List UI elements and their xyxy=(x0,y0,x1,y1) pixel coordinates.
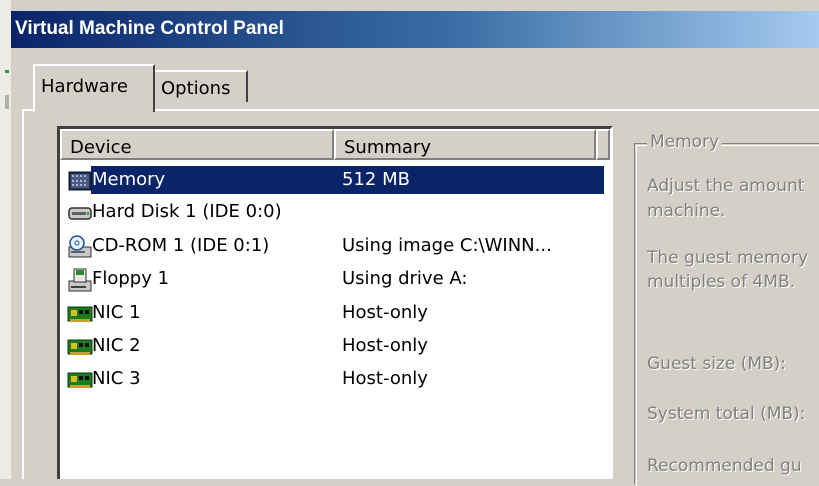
row-summary: Using image C:\WINN... xyxy=(342,235,552,256)
tab-page-left-edge xyxy=(22,109,24,479)
decoration-green xyxy=(5,70,9,73)
list-header: Device Summary xyxy=(60,129,610,160)
column-header-device[interactable]: Device xyxy=(60,129,334,160)
cdrom-icon xyxy=(68,235,92,258)
tab-options[interactable]: Options xyxy=(155,70,248,102)
row-summary: 512 MB xyxy=(342,169,410,190)
column-header-summary[interactable]: Summary xyxy=(334,129,596,160)
background-strip xyxy=(0,0,11,479)
row-device-name: Hard Disk 1 (IDE 0:0) xyxy=(92,201,282,222)
list-row-nic-2[interactable]: NIC 2 Host-only xyxy=(60,331,610,362)
row-summary: Using drive A: xyxy=(342,268,468,289)
tab-hardware[interactable]: Hardware xyxy=(33,64,155,112)
list-row-cdrom[interactable]: CD-ROM 1 (IDE 0:1) Using image C:\WINN..… xyxy=(60,231,610,262)
row-summary: Host-only xyxy=(342,368,428,389)
recommended-label: Recommended gu xyxy=(647,456,802,476)
window-title: Virtual Machine Control Panel xyxy=(15,18,284,39)
memory-description-line2: machine. xyxy=(647,201,726,221)
row-device-name: NIC 3 xyxy=(92,368,141,389)
list-row-hard-disk[interactable]: Hard Disk 1 (IDE 0:0) xyxy=(60,197,610,228)
list-row-floppy[interactable]: Floppy 1 Using drive A: xyxy=(60,264,610,295)
row-device-name: Floppy 1 xyxy=(92,268,170,289)
system-total-label: System total (MB): xyxy=(647,404,806,424)
tab-options-label: Options xyxy=(161,78,231,99)
memory-icon xyxy=(68,171,92,191)
nic-icon xyxy=(67,339,93,355)
memory-description-line1: Adjust the amount xyxy=(647,176,805,196)
hard-disk-icon xyxy=(68,207,92,220)
row-device-name: NIC 2 xyxy=(92,335,141,356)
guest-memory-line2: multiples of 4MB. xyxy=(647,272,796,292)
row-device-name: CD-ROM 1 (IDE 0:1) xyxy=(92,235,270,256)
memory-group-label: Memory xyxy=(647,132,723,152)
nic-icon xyxy=(67,372,93,388)
decoration-gray xyxy=(5,95,9,109)
guest-size-label: Guest size (MB): xyxy=(647,354,787,374)
device-list[interactable]: Device Summary Memory 512 MB Hard Disk 1… xyxy=(57,126,613,479)
title-bar[interactable]: Virtual Machine Control Panel xyxy=(11,11,819,48)
row-device-name: NIC 1 xyxy=(92,302,141,323)
dialog-body: Hardware Options Device Summary Memory 5… xyxy=(11,48,819,486)
list-row-nic-1[interactable]: NIC 1 Host-only xyxy=(60,298,610,329)
column-header-filler xyxy=(596,129,610,160)
list-row-memory[interactable]: Memory 512 MB xyxy=(60,165,610,196)
tab-hardware-label: Hardware xyxy=(41,76,128,97)
nic-icon xyxy=(67,306,93,322)
guest-memory-line1: The guest memory xyxy=(647,248,809,268)
row-summary: Host-only xyxy=(342,302,428,323)
floppy-icon xyxy=(68,268,92,292)
row-device-name: Memory xyxy=(92,169,166,190)
list-row-nic-3[interactable]: NIC 3 Host-only xyxy=(60,364,610,395)
row-summary: Host-only xyxy=(342,335,428,356)
